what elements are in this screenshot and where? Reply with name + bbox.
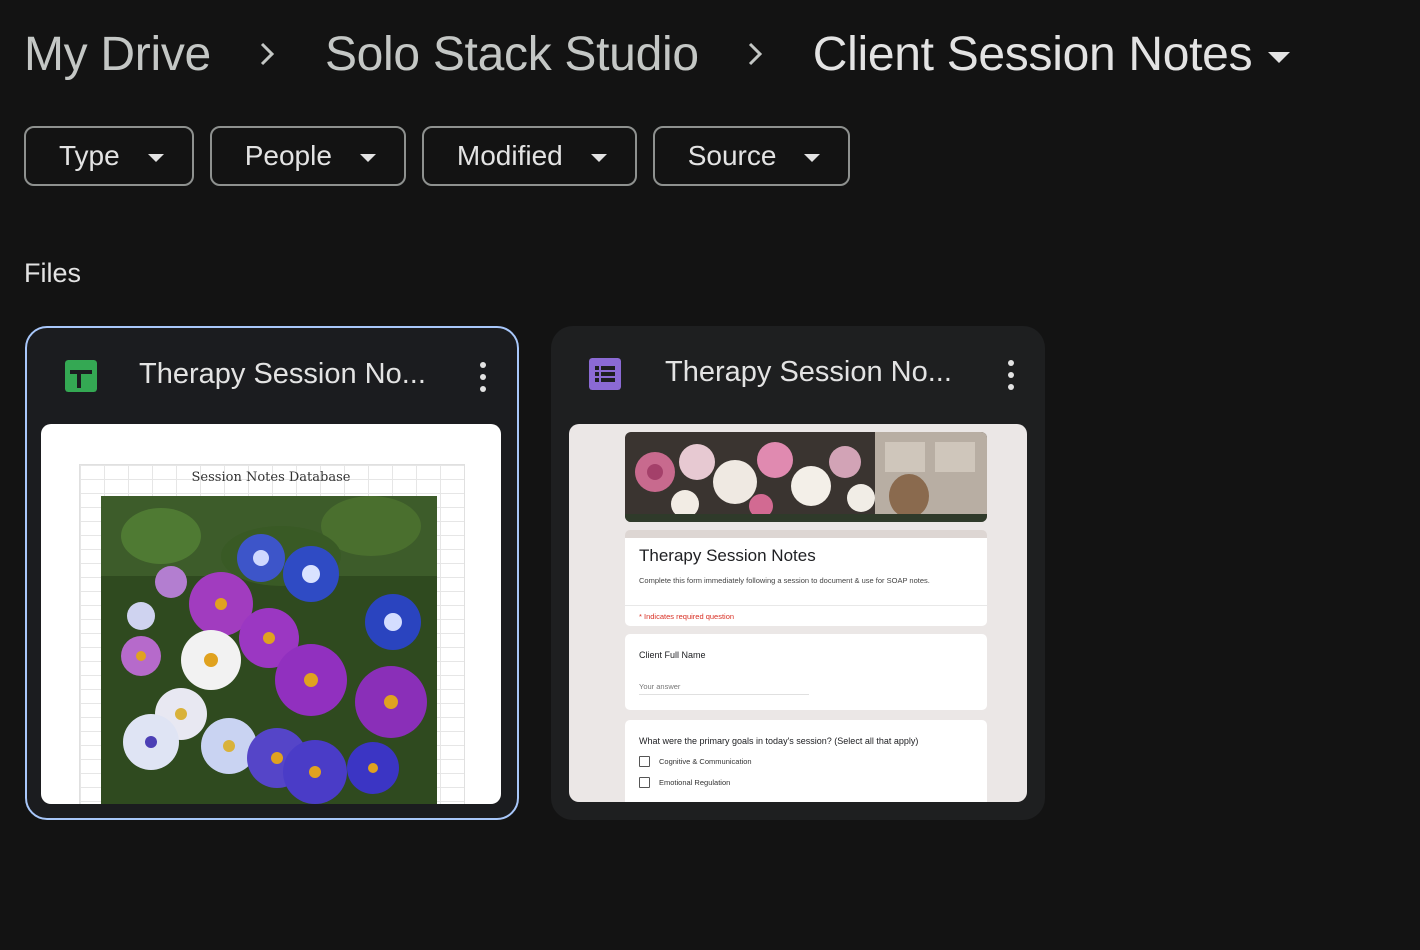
- filter-modified-chip[interactable]: Modified: [421, 126, 637, 186]
- filter-bar: Type People Modified Source: [24, 126, 851, 186]
- filter-source-chip[interactable]: Source: [652, 126, 851, 186]
- file-preview-thumbnail: Therapy Session Notes Complete this form…: [569, 424, 1027, 802]
- filter-type-chip[interactable]: Type: [24, 126, 194, 186]
- filter-modified-label: Modified: [456, 140, 563, 171]
- question-label: What were the primary goals in today's s…: [639, 736, 919, 746]
- file-card-header: Therapy Session No...: [27, 328, 517, 426]
- flower-banner-image: [625, 432, 987, 522]
- filter-people-chip[interactable]: People: [209, 126, 406, 186]
- answer-placeholder: Your answer: [639, 682, 809, 695]
- file-title[interactable]: Therapy Session No...: [139, 358, 426, 391]
- caret-down-icon[interactable]: [1268, 51, 1291, 63]
- breadcrumb-client-session-notes[interactable]: Client Session Notes: [813, 27, 1253, 82]
- google-forms-icon: [589, 358, 621, 390]
- filter-source-label: Source: [687, 140, 777, 171]
- section-title-files: Files: [24, 258, 82, 288]
- option-label: Cognitive & Communication: [659, 757, 752, 766]
- breadcrumb-solo-stack-studio[interactable]: Solo Stack Studio: [325, 27, 699, 82]
- breadcrumb-my-drive[interactable]: My Drive: [24, 27, 211, 82]
- caret-down-icon: [804, 153, 821, 162]
- file-preview-thumbnail: Session Notes Database: [41, 424, 501, 804]
- more-options-icon[interactable]: [479, 362, 487, 392]
- chevron-right-icon: [741, 40, 769, 68]
- caret-down-icon: [147, 153, 164, 162]
- form-question-card: Client Full Name Your answer: [625, 634, 987, 710]
- caret-down-icon: [590, 153, 607, 162]
- file-card-form[interactable]: Therapy Session No... Therapy Session No…: [551, 326, 1045, 820]
- required-note: * Indicates required question: [625, 605, 987, 621]
- filter-people-label: People: [244, 140, 332, 171]
- checkbox-option: Emotional Regulation: [639, 777, 973, 788]
- preview-sheet-title: Session Notes Database: [191, 470, 351, 485]
- filter-type-label: Type: [59, 140, 120, 171]
- option-label: Emotional Regulation: [659, 778, 731, 787]
- flower-garden-image: [101, 496, 437, 804]
- file-card-spreadsheet[interactable]: Therapy Session No... Session Notes Data…: [25, 326, 519, 820]
- question-label: Client Full Name: [639, 650, 706, 660]
- form-title: Therapy Session Notes: [639, 546, 816, 565]
- more-options-icon[interactable]: [1007, 360, 1015, 390]
- form-question-card: What were the primary goals in today's s…: [625, 720, 987, 802]
- form-description: Complete this form immediately following…: [639, 576, 930, 585]
- checkbox-icon: [639, 777, 650, 788]
- form-title-card: Therapy Session Notes Complete this form…: [625, 530, 987, 626]
- chevron-right-icon: [253, 40, 281, 68]
- file-card-header: Therapy Session No...: [551, 326, 1045, 424]
- file-title[interactable]: Therapy Session No...: [665, 356, 952, 389]
- breadcrumb: My Drive Solo Stack Studio Client Sessio…: [24, 22, 1291, 86]
- google-sheets-icon: [65, 360, 97, 392]
- checkbox-icon: [639, 756, 650, 767]
- checkbox-option: Cognitive & Communication: [639, 756, 973, 767]
- caret-down-icon: [359, 153, 376, 162]
